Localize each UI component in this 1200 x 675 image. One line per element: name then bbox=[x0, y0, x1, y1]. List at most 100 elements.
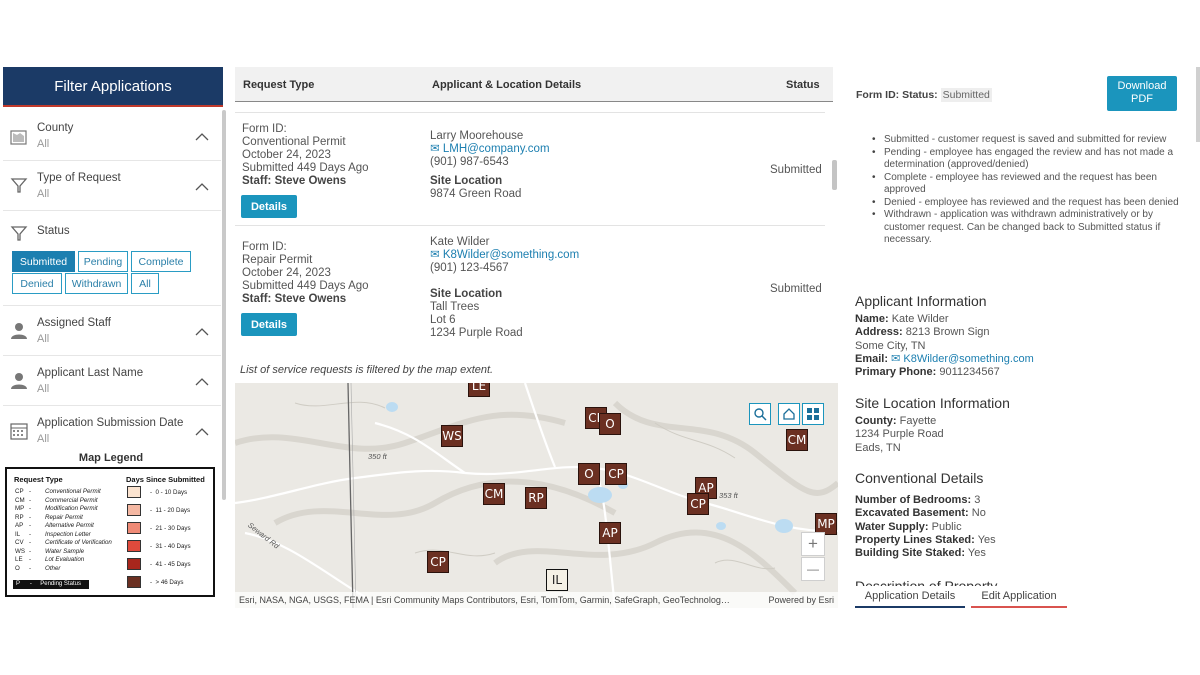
map-marker-o[interactable]: O bbox=[599, 413, 621, 435]
mail-icon: ✉ bbox=[891, 352, 904, 365]
filter-panel-scrollbar[interactable] bbox=[222, 110, 226, 500]
status-complete-button[interactable]: Complete bbox=[131, 251, 191, 272]
request-type-cell: Form ID: Repair Permit October 24, 2023 … bbox=[242, 241, 369, 305]
status-withdrawn-button[interactable]: Withdrawn bbox=[65, 273, 128, 294]
filter-panel-title: Filter Applications bbox=[3, 67, 223, 107]
zoom-in-button[interactable]: + bbox=[801, 532, 825, 556]
site-info-heading: Site Location Information bbox=[855, 395, 1010, 411]
legend-type-row: LE - Lot Evaluation bbox=[15, 556, 85, 563]
list-item: Denied - employee has reviewed and the r… bbox=[872, 197, 1192, 210]
table-row[interactable]: Form ID: Conventional Permit October 24,… bbox=[235, 112, 825, 225]
legend-type-row: AP - Alternative Permit bbox=[15, 522, 94, 529]
details-button[interactable]: Details bbox=[241, 195, 297, 218]
filter-status: Status Submitted Pending Complete Denied… bbox=[3, 211, 221, 306]
header-request-type[interactable]: Request Type bbox=[243, 79, 314, 91]
chevron-up-icon[interactable] bbox=[195, 424, 209, 436]
chevron-up-icon[interactable] bbox=[195, 324, 209, 336]
map-marker-cm[interactable]: CM bbox=[786, 429, 808, 451]
funnel-icon bbox=[9, 175, 29, 195]
map-marker-cp[interactable]: CP bbox=[605, 463, 627, 485]
calendar-icon bbox=[9, 421, 29, 441]
map-scale-label: 353 ft bbox=[719, 491, 738, 500]
filter-applicant-last-name[interactable]: Applicant Last Name All bbox=[3, 356, 221, 406]
list-item: Withdrawn - application was withdrawn ad… bbox=[872, 209, 1192, 247]
legend-days-label: - 21 - 30 Days bbox=[150, 525, 191, 532]
list-scrollbar[interactable] bbox=[832, 160, 837, 190]
filter-staff-value: All bbox=[37, 333, 50, 345]
status-all-button[interactable]: All bbox=[131, 273, 159, 294]
map-legend: Request Type Days Since Submitted CP - Con… bbox=[5, 467, 215, 597]
applicant-info-heading: Applicant Information bbox=[855, 293, 987, 309]
legend-swatch bbox=[127, 558, 141, 570]
legend-type-row: WS - Water Sample bbox=[15, 547, 85, 555]
detail-scrollbar[interactable] bbox=[1196, 67, 1200, 142]
tab-application-details[interactable]: Application Details bbox=[855, 586, 965, 608]
legend-pending-status: P - Pending Status bbox=[13, 580, 89, 589]
site-info: County: Fayette 1234 Purple Road Eads, T… bbox=[855, 415, 944, 454]
mail-icon: ✉ bbox=[430, 249, 443, 261]
chevron-up-icon[interactable] bbox=[195, 179, 209, 191]
powered-by-esri[interactable]: Powered by Esri bbox=[768, 592, 834, 608]
chevron-up-icon[interactable] bbox=[195, 374, 209, 386]
filter-type-label: Type of Request bbox=[37, 172, 121, 184]
legend-swatch bbox=[127, 522, 141, 534]
chevron-up-icon[interactable] bbox=[195, 129, 209, 141]
applicant-cell: Kate Wilder ✉ K8Wilder@something.com (90… bbox=[430, 236, 580, 339]
map-marker-ap[interactable]: AP bbox=[599, 522, 621, 544]
detail-header: Form ID: Status: Submitted Download PDF bbox=[846, 67, 1200, 123]
filter-type-of-request[interactable]: Type of Request All bbox=[3, 161, 221, 211]
status-denied-button[interactable]: Denied bbox=[12, 273, 62, 294]
legend-type-row: MP - Modification Permit bbox=[15, 505, 98, 512]
map-marker-o[interactable]: O bbox=[578, 463, 600, 485]
filter-assigned-staff[interactable]: Assigned Staff All bbox=[3, 306, 221, 356]
legend-swatch bbox=[127, 576, 141, 588]
header-status[interactable]: Status bbox=[786, 79, 820, 91]
map-marker-le[interactable]: LE bbox=[468, 383, 490, 397]
map-marker-il[interactable]: IL bbox=[546, 569, 568, 591]
status-cell: Submitted bbox=[770, 283, 822, 295]
status-submitted-button[interactable]: Submitted bbox=[12, 251, 75, 272]
filter-county-value: All bbox=[37, 138, 50, 150]
filter-date-value: All bbox=[37, 433, 50, 445]
details-button[interactable]: Details bbox=[241, 313, 297, 336]
map-marker-cp[interactable]: CP bbox=[427, 551, 449, 573]
tab-edit-application[interactable]: Edit Application bbox=[971, 586, 1067, 608]
map-attribution-text: Esri, NASA, NGA, USGS, FEMA | Esri Commu… bbox=[239, 595, 730, 605]
legend-swatch bbox=[127, 504, 141, 516]
legend-days-label: - > 46 Days bbox=[150, 579, 184, 586]
table-row[interactable]: Form ID: Repair Permit October 24, 2023 … bbox=[235, 225, 825, 349]
applicant-email-link[interactable]: LMH@company.com bbox=[443, 143, 550, 155]
applicant-cell: Larry Moorehouse ✉ LMH@company.com (901)… bbox=[430, 130, 550, 200]
status-pending-button[interactable]: Pending bbox=[78, 251, 128, 272]
legend-type-row: O - Other bbox=[15, 564, 61, 572]
map-marker-ws[interactable]: WS bbox=[441, 425, 463, 447]
property-description-heading: Description of Property bbox=[855, 578, 998, 586]
header-applicant[interactable]: Applicant & Location Details bbox=[432, 79, 581, 91]
filter-submission-date[interactable]: Application Submission Date All bbox=[3, 406, 221, 450]
map-marker-cp[interactable]: CP bbox=[687, 493, 709, 515]
grid-icon bbox=[807, 408, 819, 420]
applicant-email-link[interactable]: K8Wilder@something.com bbox=[903, 353, 1033, 365]
search-icon bbox=[754, 408, 767, 421]
map-view[interactable]: 350 ft 353 ft Seward Rd LE WS CP O O CP … bbox=[235, 383, 838, 608]
zoom-out-button[interactable]: — bbox=[801, 557, 825, 581]
filter-last-name-value: All bbox=[37, 383, 50, 395]
download-pdf-button[interactable]: Download PDF bbox=[1107, 76, 1177, 111]
filter-date-label: Application Submission Date bbox=[37, 417, 184, 429]
filter-county[interactable]: County All bbox=[3, 111, 221, 161]
legend-type-row: RP - Repair Permit bbox=[15, 513, 83, 521]
legend-type-row: CP - Conventional Permit bbox=[15, 488, 101, 495]
map-home-button[interactable] bbox=[778, 403, 800, 425]
list-item: Submitted - customer request is saved an… bbox=[872, 134, 1192, 147]
person-icon bbox=[9, 371, 29, 391]
legend-days-header: Days Since Submitted bbox=[126, 475, 205, 484]
filter-staff-label: Assigned Staff bbox=[37, 317, 111, 329]
map-marker-rp[interactable]: RP bbox=[525, 487, 547, 509]
map-marker-cm[interactable]: CM bbox=[483, 483, 505, 505]
list-item: Pending - employee has engaged the revie… bbox=[872, 147, 1192, 172]
applicant-email-link[interactable]: K8Wilder@something.com bbox=[443, 249, 579, 261]
legend-days-label: - 11 - 20 Days bbox=[150, 507, 191, 514]
map-legend-title: Map Legend bbox=[78, 452, 144, 464]
map-search-button[interactable] bbox=[749, 403, 771, 425]
map-basemap-button[interactable] bbox=[802, 403, 824, 425]
